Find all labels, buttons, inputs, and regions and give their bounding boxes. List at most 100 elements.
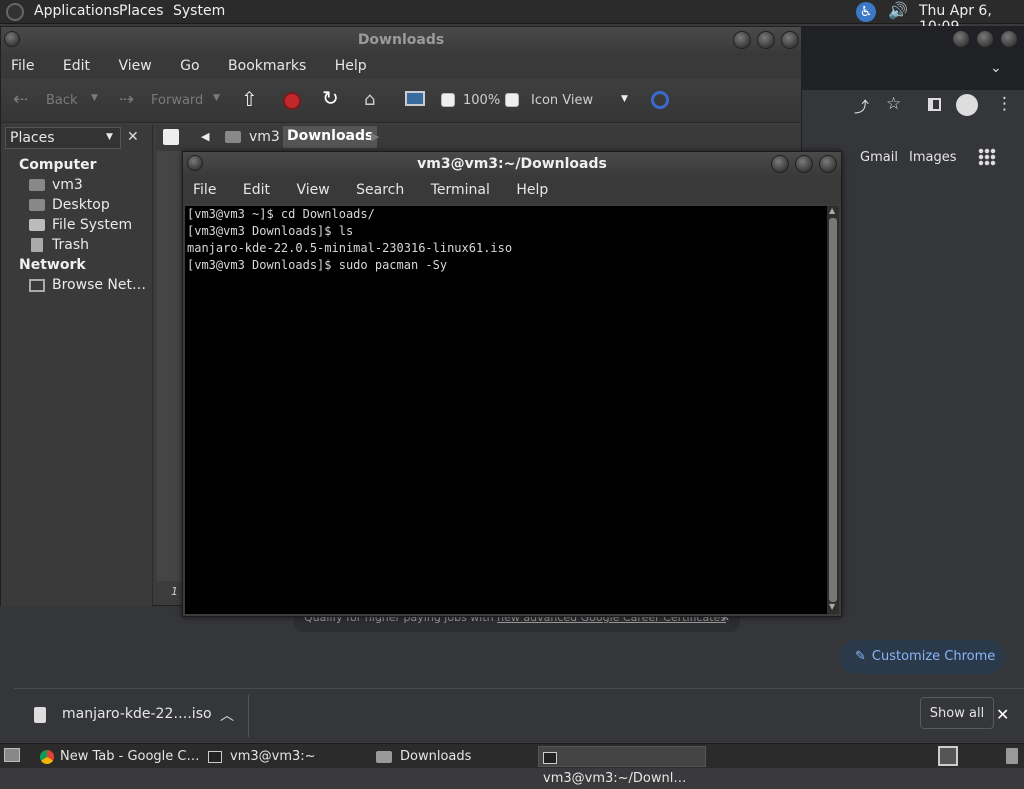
fm-close-button[interactable] <box>781 31 799 49</box>
chrome-close-button[interactable] <box>1000 30 1018 48</box>
terminal-menu-edit[interactable]: Edit <box>243 182 270 198</box>
images-link[interactable]: Images <box>909 150 957 165</box>
chrome-minimize-button[interactable] <box>952 30 970 48</box>
edit-location-icon[interactable] <box>163 129 179 145</box>
places-dropdown[interactable]: Places ▼ <box>5 127 121 149</box>
side-panel-icon[interactable] <box>928 98 941 111</box>
places-menu[interactable]: Places <box>119 3 164 19</box>
terminal-minimize-button[interactable] <box>771 155 789 173</box>
path-segment-downloads[interactable]: Downloads <box>283 126 378 148</box>
terminal-titlebar[interactable]: vm3@vm3:~/Downloads <box>183 152 841 176</box>
back-dropdown-icon[interactable]: ▼ <box>91 93 98 103</box>
fm-maximize-button[interactable] <box>757 31 775 49</box>
sidebar-item-desktop[interactable]: Desktop <box>52 197 110 213</box>
back-button[interactable]: Back <box>46 93 78 108</box>
sidebar-item-browse-network[interactable]: Browse Net… <box>52 277 146 293</box>
fm-menu-go[interactable]: Go <box>180 58 199 74</box>
applications-menu[interactable]: Applications <box>34 3 120 19</box>
show-all-button[interactable]: Show all <box>920 697 994 729</box>
path-right-icon[interactable]: ▶ <box>371 130 379 143</box>
forward-arrow-icon[interactable]: ⇢ <box>119 89 134 110</box>
back-arrow-icon[interactable]: ⇠ <box>13 89 28 110</box>
terminal-menu-view[interactable]: View <box>296 182 329 198</box>
sidebar-item-vm3[interactable]: vm3 <box>52 177 83 193</box>
show-desktop-icon[interactable] <box>4 748 20 762</box>
fm-sidebar: Places ▼ ✕ Computer vm3 Desktop File Sys… <box>1 125 153 607</box>
workspace-switcher[interactable] <box>938 746 958 766</box>
taskbar-trash-icon[interactable] <box>1006 748 1018 764</box>
terminal-menu-terminal[interactable]: Terminal <box>431 182 490 198</box>
fm-menu-help[interactable]: Help <box>335 58 367 74</box>
download-item-name[interactable]: manjaro-kde-22….iso <box>62 706 212 722</box>
view-mode-dropdown-icon[interactable]: ▼ <box>621 94 628 104</box>
reload-icon[interactable]: ↻ <box>322 86 339 110</box>
pencil-icon: ✎ <box>855 649 866 664</box>
forward-dropdown-icon[interactable]: ▼ <box>213 93 220 103</box>
profile-avatar-icon[interactable] <box>956 94 978 116</box>
share-icon[interactable]: ⤴ <box>854 96 869 117</box>
chrome-maximize-button[interactable] <box>976 30 994 48</box>
path-home-icon <box>225 131 241 143</box>
fm-menubar: File Edit View Go Bookmarks Help <box>1 53 801 79</box>
terminal-menu-button[interactable] <box>187 155 203 171</box>
terminal-screen[interactable]: [vm3@vm3 ~]$ cd Downloads/ [vm3@vm3 Down… <box>185 206 827 614</box>
task-downloads[interactable]: Downloads <box>372 746 536 767</box>
gmail-link[interactable]: Gmail <box>860 150 898 165</box>
home-icon[interactable]: ⌂ <box>364 89 375 110</box>
view-mode-select[interactable]: Icon View <box>531 93 593 108</box>
bookmark-star-icon[interactable]: ☆ <box>886 94 901 114</box>
sidebar-item-trash[interactable]: Trash <box>52 237 89 253</box>
chevron-down-icon[interactable]: ⌄ <box>990 60 1002 76</box>
terminal-line: [vm3@vm3 Downloads]$ ls <box>187 224 354 238</box>
terminal-line: [vm3@vm3 Downloads]$ sudo pacman -Sy <box>187 258 448 272</box>
shelf-divider <box>248 695 249 737</box>
task-terminal-home[interactable]: vm3@vm3:~ <box>204 746 368 767</box>
terminal-menu-file[interactable]: File <box>193 182 216 198</box>
sidebar-heading-network: Network <box>19 257 86 273</box>
more-menu-icon[interactable]: ⋮ <box>996 94 1013 114</box>
customize-chrome-button[interactable]: ✎ Customize Chrome <box>839 640 1005 674</box>
fm-toolbar: ⇠ Back ▼ ⇢ Forward ▼ ⇧ ↻ ⌂ 100% Icon Vie… <box>1 79 801 123</box>
sidebar-close-icon[interactable]: ✕ <box>127 129 139 145</box>
zoom-out-icon[interactable] <box>441 93 455 107</box>
system-menu[interactable]: System <box>173 3 225 19</box>
scroll-up-icon[interactable]: ▲ <box>829 206 835 215</box>
sidebar-item-file-system[interactable]: File System <box>52 217 132 233</box>
distro-logo-icon[interactable] <box>6 3 24 21</box>
terminal-scrollbar[interactable]: ▲ ▼ <box>827 206 839 614</box>
file-icon <box>34 707 46 723</box>
sidebar-heading-computer: Computer <box>19 157 97 173</box>
terminal-line: manjaro-kde-22.0.5-minimal-230316-linux6… <box>187 241 513 255</box>
terminal-close-button[interactable] <box>819 155 837 173</box>
path-segment-vm3[interactable]: vm3 <box>249 129 280 145</box>
zoom-in-icon[interactable] <box>505 93 519 107</box>
terminal-menu-search[interactable]: Search <box>356 182 404 198</box>
apps-grid-icon[interactable] <box>978 148 996 166</box>
places-dropdown-icon: ▼ <box>106 132 113 142</box>
fm-menu-edit[interactable]: Edit <box>63 58 90 74</box>
close-shelf-icon[interactable]: ✕ <box>996 705 1009 724</box>
fm-menu-bookmarks[interactable]: Bookmarks <box>228 58 306 74</box>
scroll-down-icon[interactable]: ▼ <box>829 602 835 611</box>
forward-button[interactable]: Forward <box>151 93 203 108</box>
fm-menu-file[interactable]: File <box>11 58 34 74</box>
terminal-maximize-button[interactable] <box>795 155 813 173</box>
up-arrow-icon[interactable]: ⇧ <box>241 87 258 111</box>
search-icon[interactable] <box>651 91 669 109</box>
computer-icon[interactable] <box>405 91 425 106</box>
terminal-menu-help[interactable]: Help <box>516 182 548 198</box>
path-left-icon[interactable]: ◀ <box>201 130 209 143</box>
terminal-line: [vm3@vm3 ~]$ cd Downloads/ <box>187 207 375 221</box>
stop-icon[interactable] <box>283 92 301 110</box>
scroll-thumb[interactable] <box>829 218 837 602</box>
fm-menu-view[interactable]: View <box>118 58 151 74</box>
fm-minimize-button[interactable] <box>733 31 751 49</box>
task-chrome[interactable]: New Tab - Google C… <box>36 746 200 767</box>
terminal-icon <box>208 750 222 763</box>
fm-menu-button[interactable] <box>4 31 20 47</box>
download-item-chevron-icon[interactable]: ︿ <box>220 705 234 725</box>
fm-titlebar[interactable]: Downloads <box>1 27 801 53</box>
volume-icon[interactable]: 🔊 <box>888 1 908 20</box>
task-terminal-downloads[interactable]: vm3@vm3:~/Downl… <box>538 746 706 786</box>
accessibility-icon[interactable]: ♿ <box>856 2 876 22</box>
